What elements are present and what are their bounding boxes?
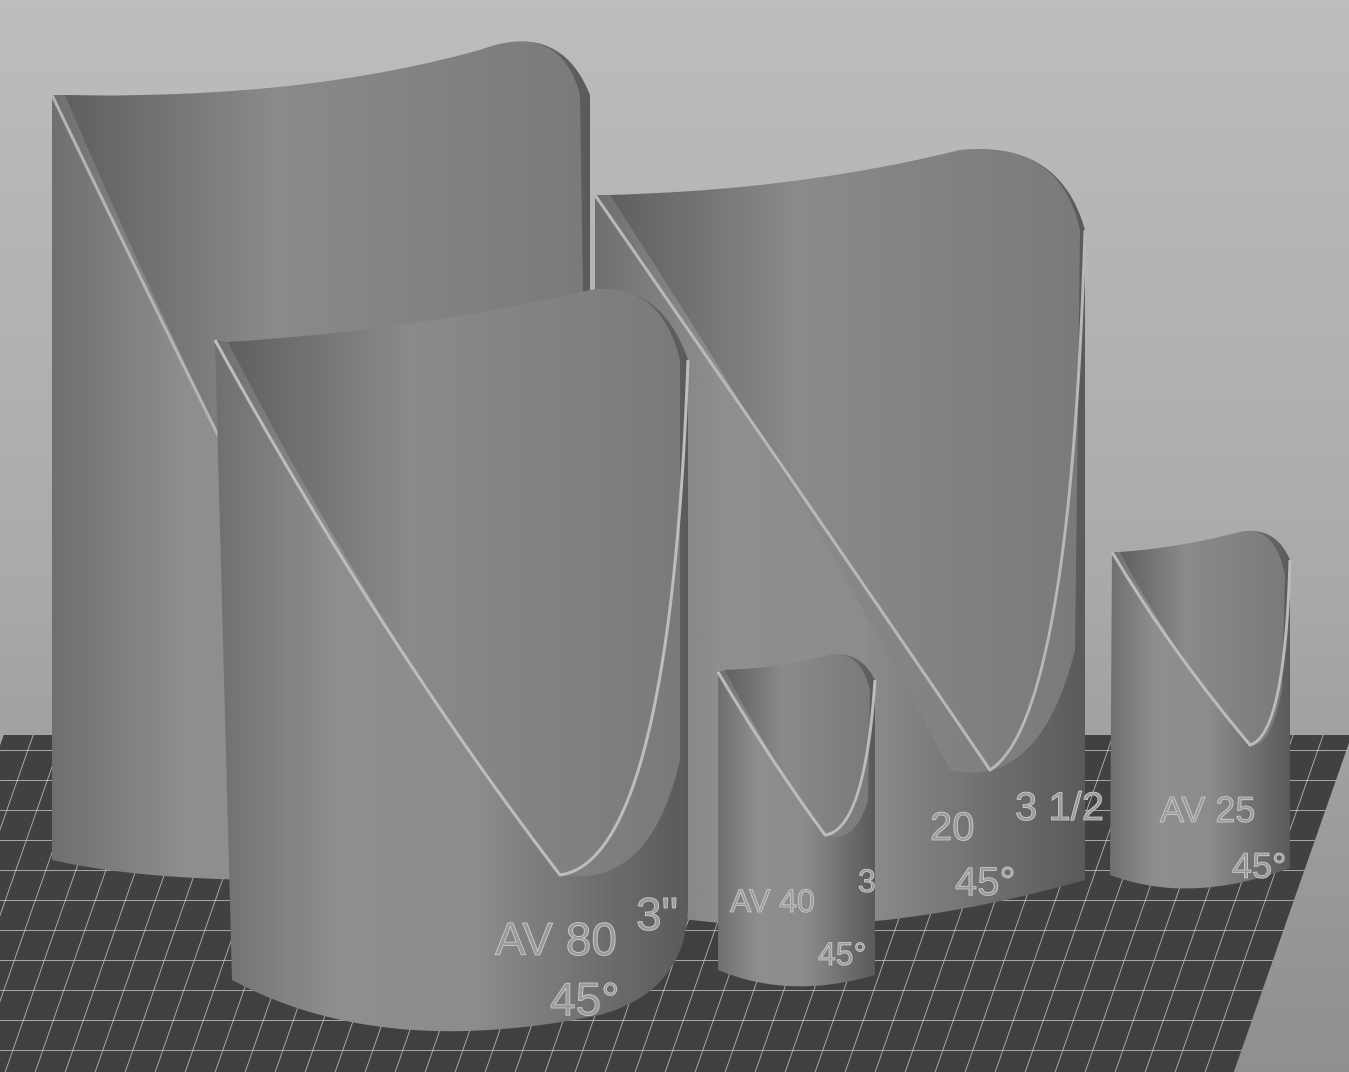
part-large-front[interactable]: AV 80 3" 45° — [213, 288, 690, 1032]
build-scene[interactable]: 20 3 1/2 45° AV 80 3" 45° AV 40 3 45° AV… — [0, 0, 1349, 1072]
part-large-front-label-1: AV 80 — [495, 913, 617, 965]
part-medium-back-label-2: 3 1/2 — [1015, 785, 1104, 829]
part-large-front-label-3: 45° — [550, 973, 620, 1025]
part-medium-back-label-3: 45° — [955, 860, 1016, 904]
part-small-right-label-2: 45° — [1232, 845, 1286, 886]
part-small-front[interactable]: AV 40 3 45° — [716, 654, 877, 987]
part-small-front-label-1: AV 40 — [730, 883, 815, 919]
part-medium-back-label-1: 20 — [930, 805, 975, 849]
part-large-front-label-2: 3" — [636, 888, 678, 940]
viewport-3d[interactable]: 20 3 1/2 45° AV 80 3" 45° AV 40 3 45° AV… — [0, 0, 1349, 1072]
part-small-front-label-2: 3 — [858, 863, 876, 899]
part-small-front-label-3: 45° — [818, 936, 866, 972]
part-small-right[interactable]: AV 25 45° — [1110, 530, 1292, 889]
part-small-right-label-1: AV 25 — [1160, 789, 1255, 830]
